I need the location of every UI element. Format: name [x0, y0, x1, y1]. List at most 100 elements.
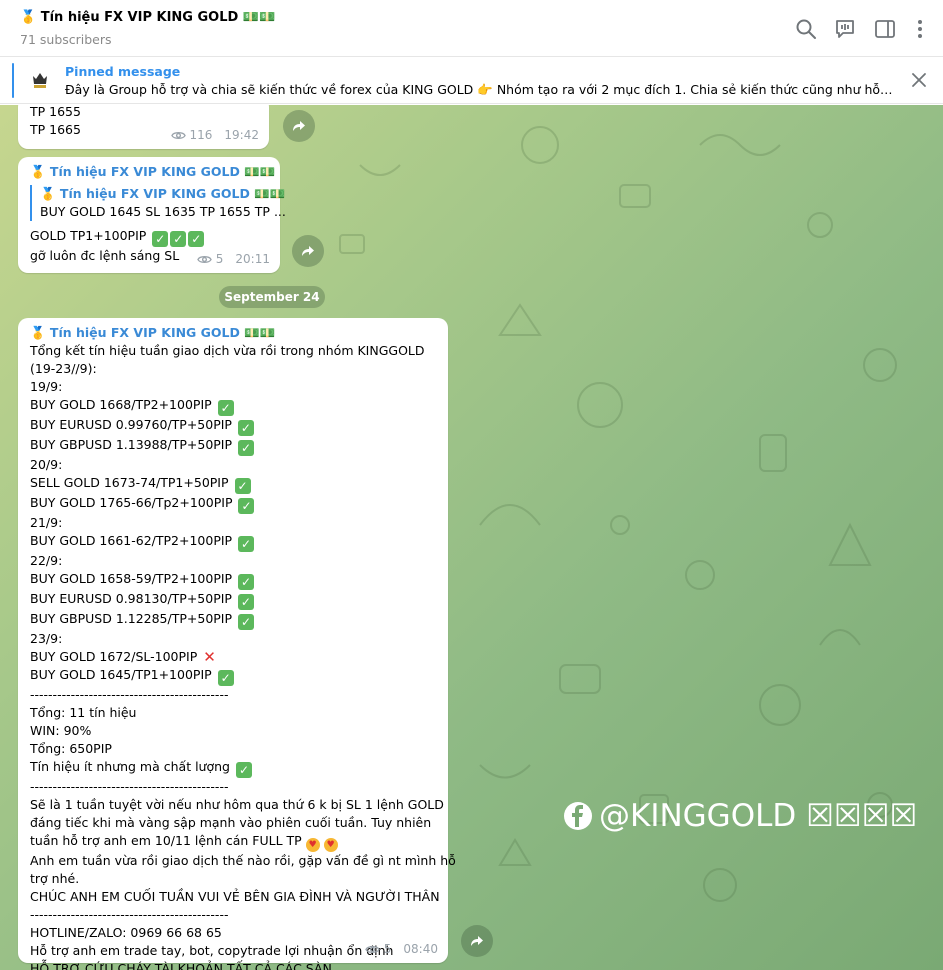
check-icon: ✓ — [238, 440, 255, 456]
reply-quote[interactable]: 🥇 Tín hiệu FX VIP KING GOLD 💵💵 BUY GOLD … — [30, 185, 286, 221]
message-text: GOLD TP1+100PIP — [30, 228, 147, 243]
message-line: 20/9: — [30, 457, 63, 472]
message-line: BUY GOLD 1672/SL-100PIP ✕ — [30, 648, 436, 666]
view-count: 116 — [189, 128, 213, 142]
check-icon: ✓ — [170, 231, 187, 247]
message-line: SELL GOLD 1673-74/TP1+50PIP ✓ — [30, 474, 436, 494]
message-line: Tổng: 11 tín hiệu — [30, 705, 137, 720]
pinned-message-bar[interactable]: Pinned message Đây là Group hỗ trợ và ch… — [0, 57, 943, 104]
message-meta: 5 20:11 — [196, 250, 270, 268]
eye-icon — [196, 255, 212, 263]
message-line: 22/9: — [30, 553, 63, 568]
view-count: 5 — [215, 252, 224, 266]
more-icon[interactable] — [908, 17, 932, 41]
reply-sender: 🥇 Tín hiệu FX VIP KING GOLD 💵💵 — [40, 186, 286, 201]
date-separator: September 24 — [219, 286, 325, 308]
message-line: trợ nhé. — [30, 871, 80, 886]
message-meta: 116 19:42 — [170, 126, 259, 144]
pinned-title: Pinned message — [65, 64, 181, 79]
pinned-text: Đây là Group hỗ trợ và chia sẽ kiến thức… — [65, 82, 895, 97]
check-icon: ✓ — [238, 574, 255, 590]
message-text: BUY GOLD 1672/SL-100PIP — [30, 649, 198, 664]
heart-eyes-emoji-icon: ♥ — [305, 838, 320, 852]
subscriber-count: 71 subscribers — [20, 32, 112, 47]
message-line: đáng tiếc khi mà vàng sập mạnh vào phiên… — [30, 815, 432, 830]
comments-icon[interactable] — [833, 17, 857, 41]
message-text: BUY GOLD 1645/TP1+100PIP — [30, 667, 212, 682]
message-line: ----------------------------------------… — [30, 687, 229, 702]
message-line: HỖ TRỢ CỨU CHÁY TÀI KHOẢN TẤT CẢ CÁC SÀN… — [30, 961, 336, 970]
message-text: BUY GBPUSD 1.13988/TP+50PIP — [30, 437, 233, 452]
view-count: 5 — [383, 942, 392, 956]
check-icon: ✓ — [237, 420, 254, 436]
message-line: (19-23//9): — [30, 361, 97, 376]
pinned-thumbnail-icon — [26, 66, 54, 94]
message-line: 21/9: — [30, 515, 63, 530]
message-line: BUY GBPUSD 1.12285/TP+50PIP ✓ — [30, 610, 436, 630]
sidebar-toggle-icon[interactable] — [873, 17, 897, 41]
message-line: CHÚC ANH EM CUỐI TUẦN VUI VẺ BÊN GIA ĐÌN… — [30, 889, 440, 904]
message-line: BUY GOLD 1661-62/TP2+100PIP ✓ — [30, 532, 436, 552]
check-icon: ✓ — [217, 400, 234, 416]
message-line: WIN: 90% — [30, 723, 92, 738]
check-icon: ✓ — [238, 536, 255, 552]
message-line: BUY EURUSD 0.99760/TP+50PIP ✓ — [30, 416, 436, 436]
message-time: 20:11 — [235, 252, 270, 266]
check-icon: ✓ — [152, 231, 169, 247]
message-line: 23/9: — [30, 631, 63, 646]
check-icon: ✓ — [237, 594, 254, 610]
message-bubble[interactable]: TP 1655 TP 1665 116 19:42 — [18, 105, 269, 149]
facebook-icon — [564, 802, 592, 830]
channel-title[interactable]: 🥇 Tín hiệu FX VIP KING GOLD 💵💵 — [20, 10, 275, 25]
message-line: BUY GOLD 1668/TP2+100PIP ✓ — [30, 396, 436, 416]
share-icon[interactable] — [283, 110, 315, 142]
message-text: Tín hiệu ít nhưng mà chất lượng — [30, 759, 230, 774]
search-icon[interactable] — [794, 17, 818, 41]
message-text: BUY GOLD 1658-59/TP2+100PIP — [30, 571, 233, 586]
message-line: BUY GOLD 1765-66/Tp2+100PIP ✓ — [30, 494, 436, 514]
eye-icon — [170, 131, 186, 139]
check-icon: ✓ — [238, 614, 255, 630]
check-icon: ✓ — [234, 478, 251, 494]
share-icon[interactable] — [461, 925, 493, 957]
message-line: Tín hiệu ít nhưng mà chất lượng ✓ — [30, 758, 436, 778]
check-icon: ✓ — [238, 498, 255, 514]
message-line: ----------------------------------------… — [30, 907, 229, 922]
message-time: 08:40 — [403, 942, 438, 956]
check-icon: ✓ — [235, 762, 252, 778]
message-time: 19:42 — [224, 128, 259, 142]
check-icon: ✓ — [188, 231, 205, 247]
share-icon[interactable] — [292, 235, 324, 267]
message-line: BUY EURUSD 0.98130/TP+50PIP ✓ — [30, 590, 436, 610]
message-line: BUY GOLD 1645/TP1+100PIP ✓ — [30, 666, 436, 686]
eye-icon — [364, 945, 380, 953]
message-text: SELL GOLD 1673-74/TP1+50PIP — [30, 475, 229, 490]
message-line: tuần hỗ trợ anh em 10/11 lệnh cán FULL T… — [30, 832, 436, 852]
message-line: Anh em tuần vừa rồi giao dịch thế nào rồ… — [30, 853, 456, 868]
message-text: BUY GBPUSD 1.12285/TP+50PIP — [30, 611, 233, 626]
message-line: BUY GBPUSD 1.13988/TP+50PIP ✓ — [30, 436, 436, 456]
message-meta: 5 08:40 — [364, 940, 438, 958]
message-bubble[interactable]: 🥇 Tín hiệu FX VIP KING GOLD 💵💵 🥇 Tín hiệ… — [18, 157, 286, 273]
chat-header: 🥇 Tín hiệu FX VIP KING GOLD 💵💵 71 subscr… — [0, 0, 943, 57]
cross-icon: ✕ — [203, 648, 216, 666]
close-icon[interactable] — [911, 72, 927, 88]
message-line: Tổng kết tín hiệu tuần giao dịch vừa rồi… — [30, 343, 425, 358]
message-text: BUY EURUSD 0.99760/TP+50PIP — [30, 417, 232, 432]
message-sender[interactable]: 🥇 Tín hiệu FX VIP KING GOLD 💵💵 — [30, 163, 275, 181]
reply-text: BUY GOLD 1645 SL 1635 TP 1655 TP ... — [40, 204, 286, 219]
message-text: BUY GOLD 1765-66/Tp2+100PIP — [30, 495, 233, 510]
message-line: 19/9: — [30, 379, 63, 394]
pinned-accent-bar — [12, 63, 14, 98]
message-line: ----------------------------------------… — [30, 779, 229, 794]
heart-eyes-emoji-icon: ♥ — [323, 838, 338, 852]
message-line: Tổng: 650PIP — [30, 741, 112, 756]
message-text: tuần hỗ trợ anh em 10/11 lệnh cán FULL T… — [30, 833, 302, 848]
message-sender[interactable]: 🥇 Tín hiệu FX VIP KING GOLD 💵💵 — [30, 324, 436, 342]
message-text: BUY GOLD 1661-62/TP2+100PIP — [30, 533, 233, 548]
chat-area[interactable]: TP 1655 TP 1665 116 19:42 🥇 Tín hiệu FX … — [0, 105, 943, 970]
message-line: Sẽ là 1 tuần tuyệt vời nếu như hôm qua t… — [30, 797, 444, 812]
message-bubble[interactable]: 🥇 Tín hiệu FX VIP KING GOLD 💵💵 Tổng kết … — [18, 318, 456, 970]
watermark-text: @KINGGOLD ☒☒☒☒ — [599, 798, 918, 834]
message-line: BUY GOLD 1658-59/TP2+100PIP ✓ — [30, 570, 436, 590]
